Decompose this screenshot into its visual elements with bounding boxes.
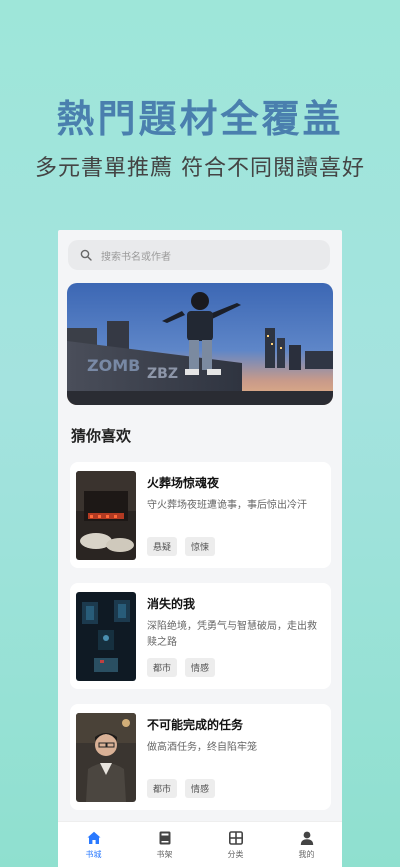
bottom-tab-bar: 书城 书架 分类 我的 xyxy=(58,821,342,867)
svg-text:ZBZ: ZBZ xyxy=(147,366,178,382)
book-description: 守火葬场夜班遭诡事，事后惊出冷汗 xyxy=(147,500,307,511)
tab-label: 书架 xyxy=(156,849,173,859)
book-description: 深陷绝境，凭勇气与智慧破局，走出救赎之路 xyxy=(147,621,317,648)
bookshelf-icon xyxy=(159,831,170,844)
home-icon xyxy=(87,831,100,844)
promo-headline: 熱門題材全覆盖 xyxy=(56,97,344,141)
category-icon xyxy=(228,830,243,845)
book-tag[interactable]: 都市 xyxy=(147,658,178,677)
tab-label: 分类 xyxy=(227,849,244,859)
search-bar[interactable]: 搜索书名或作者 xyxy=(68,240,330,270)
featured-banner[interactable]: ZOMB ZBZ xyxy=(67,283,333,405)
tab-profile[interactable]: 我的 xyxy=(271,822,342,867)
book-title: 消失的我 xyxy=(147,597,196,611)
section-title: 猜你喜欢 xyxy=(71,427,132,445)
search-placeholder: 搜索书名或作者 xyxy=(101,251,171,263)
profile-icon xyxy=(300,831,313,845)
book-cover xyxy=(76,713,136,802)
promo-subline: 多元書單推薦 符合不同閱讀喜好 xyxy=(35,156,365,181)
tab-bookstore[interactable]: 书城 xyxy=(58,822,129,867)
svg-text:ZOMB: ZOMB xyxy=(87,356,140,375)
book-card[interactable]: 消失的我 深陷绝境，凭勇气与智慧破局，走出救赎之路 都市 情感 xyxy=(70,583,331,689)
book-tags: 悬疑 惊悚 xyxy=(147,537,216,556)
book-tag[interactable]: 都市 xyxy=(147,779,178,798)
book-card[interactable]: 火葬场惊魂夜 守火葬场夜班遭诡事，事后惊出冷汗 悬疑 惊悚 xyxy=(70,462,331,568)
banner-image: ZOMB ZBZ xyxy=(67,283,333,405)
book-card[interactable]: 不可能完成的任务 做高酒任务，终自陷牢笼 都市 情感 xyxy=(70,704,331,810)
book-title: 火葬场惊魂夜 xyxy=(147,476,220,490)
tab-label: 我的 xyxy=(298,849,315,859)
search-icon xyxy=(80,249,92,261)
tab-bookshelf[interactable]: 书架 xyxy=(129,822,200,867)
book-title: 不可能完成的任务 xyxy=(147,718,244,732)
book-tag[interactable]: 情感 xyxy=(185,779,216,798)
book-cover xyxy=(76,471,136,560)
book-tag[interactable]: 悬疑 xyxy=(147,537,178,556)
book-description: 做高酒任务，终自陷牢笼 xyxy=(147,742,257,753)
book-tag[interactable]: 惊悚 xyxy=(185,537,216,556)
book-cover xyxy=(76,592,136,681)
tab-category[interactable]: 分类 xyxy=(200,822,271,867)
tab-label: 书城 xyxy=(85,849,102,859)
app-screen: 搜索书名或作者 ZOMB ZBZ 猜你喜欢 火葬场惊魂夜 守火葬场夜班遭诡事，事… xyxy=(58,230,342,867)
book-tags: 都市 情感 xyxy=(147,658,216,677)
book-tags: 都市 情感 xyxy=(147,779,216,798)
book-tag[interactable]: 情感 xyxy=(185,658,216,677)
